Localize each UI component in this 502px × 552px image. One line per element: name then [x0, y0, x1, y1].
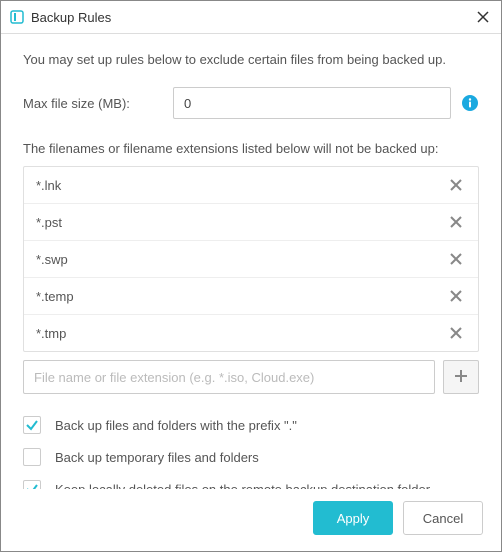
exclude-item: *.lnk	[24, 167, 478, 204]
remove-icon[interactable]	[446, 175, 466, 195]
checkbox-prefix-dot: Back up files and folders with the prefi…	[23, 416, 479, 434]
intro-text: You may set up rules below to exclude ce…	[23, 52, 479, 67]
max-file-size-label: Max file size (MB):	[23, 96, 173, 111]
max-file-size-input[interactable]	[173, 87, 451, 119]
dialog-footer: Apply Cancel	[1, 489, 501, 551]
remove-icon[interactable]	[446, 212, 466, 232]
titlebar: Backup Rules	[1, 1, 501, 34]
checkbox[interactable]	[23, 480, 41, 489]
exclude-list-label: The filenames or filename extensions lis…	[23, 141, 479, 156]
dialog-title: Backup Rules	[31, 10, 473, 25]
checkbox[interactable]	[23, 448, 41, 466]
checkbox-label: Back up temporary files and folders	[55, 450, 259, 465]
max-file-size-row: Max file size (MB):	[23, 87, 479, 119]
exclude-item-text: *.temp	[36, 289, 446, 304]
exclude-item: *.pst	[24, 204, 478, 241]
remove-icon[interactable]	[446, 323, 466, 343]
add-exclude-button[interactable]	[443, 360, 479, 394]
cancel-button[interactable]: Cancel	[403, 501, 483, 535]
exclude-item: *.temp	[24, 278, 478, 315]
remove-icon[interactable]	[446, 286, 466, 306]
apply-button[interactable]: Apply	[313, 501, 393, 535]
remove-icon[interactable]	[446, 249, 466, 269]
backup-rules-dialog: Backup Rules You may set up rules below …	[0, 0, 502, 552]
exclude-item: *.tmp	[24, 315, 478, 351]
exclude-list: *.lnk *.pst *.swp *.temp	[23, 166, 479, 352]
exclude-item-text: *.tmp	[36, 326, 446, 341]
exclude-item-text: *.swp	[36, 252, 446, 267]
info-icon[interactable]	[461, 94, 479, 112]
checkbox-label: Keep locally deleted files on the remote…	[55, 482, 430, 490]
add-exclude-row	[23, 360, 479, 394]
add-exclude-input[interactable]	[23, 360, 435, 394]
exclude-item-text: *.pst	[36, 215, 446, 230]
exclude-item: *.swp	[24, 241, 478, 278]
checkbox-label: Back up files and folders with the prefi…	[55, 418, 297, 433]
content-area: You may set up rules below to exclude ce…	[1, 34, 501, 489]
checkbox[interactable]	[23, 416, 41, 434]
checkbox-keep-deleted: Keep locally deleted files on the remote…	[23, 480, 479, 489]
exclude-item-text: *.lnk	[36, 178, 446, 193]
app-icon	[9, 9, 25, 25]
close-icon[interactable]	[473, 7, 493, 27]
plus-icon	[454, 369, 468, 386]
checkbox-temp-files: Back up temporary files and folders	[23, 448, 479, 466]
